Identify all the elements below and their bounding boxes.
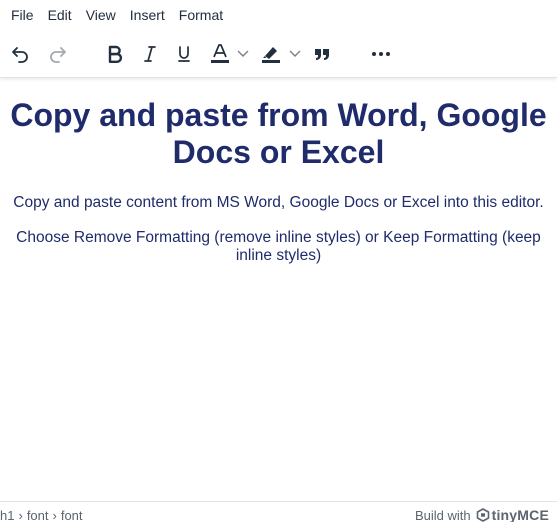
underline-button[interactable] bbox=[173, 40, 195, 68]
toolbar bbox=[0, 30, 557, 78]
highlight-color-dropdown[interactable] bbox=[288, 40, 302, 68]
chevron-down-icon bbox=[289, 50, 301, 57]
underline-icon bbox=[178, 46, 190, 62]
branding-prefix: Build with bbox=[414, 507, 471, 522]
tinymce-logo-icon bbox=[476, 508, 489, 522]
text-color-icon bbox=[211, 44, 229, 63]
italic-icon bbox=[144, 46, 156, 62]
undo-icon bbox=[12, 47, 28, 63]
path-separator: › bbox=[18, 508, 23, 522]
path-item-font[interactable]: font bbox=[61, 508, 83, 522]
menubar: File Edit View Insert Format bbox=[0, 0, 557, 30]
content-paragraph[interactable]: Copy and paste content from MS Word, Goo… bbox=[0, 194, 557, 212]
blockquote-button[interactable] bbox=[311, 40, 333, 68]
element-path: h1 › font › font bbox=[0, 508, 83, 522]
blockquote-icon bbox=[315, 49, 329, 60]
path-separator: › bbox=[52, 508, 57, 522]
text-color-dropdown[interactable] bbox=[236, 40, 250, 68]
content-paragraph[interactable]: Choose Remove Formatting (remove inline … bbox=[0, 229, 557, 265]
more-icon bbox=[372, 52, 390, 56]
text-color-button[interactable] bbox=[207, 40, 233, 68]
menu-file[interactable]: File bbox=[4, 3, 41, 27]
highlight-color-button[interactable] bbox=[258, 40, 284, 68]
editor-content[interactable]: Copy and paste from Word, Google Docs or… bbox=[0, 79, 557, 501]
content-heading[interactable]: Copy and paste from Word, Google Docs or… bbox=[0, 97, 557, 171]
undo-button[interactable] bbox=[8, 40, 32, 68]
bold-icon bbox=[108, 45, 123, 63]
menu-view[interactable]: View bbox=[79, 3, 123, 27]
bold-button[interactable] bbox=[104, 40, 126, 68]
chevron-down-icon bbox=[237, 50, 249, 57]
statusbar: h1 › font › font Build with tinyMCE bbox=[0, 501, 557, 522]
path-item-h1[interactable]: h1 bbox=[0, 508, 14, 522]
menu-format[interactable]: Format bbox=[172, 3, 230, 27]
editor: File Edit View Insert Format Copy and pa… bbox=[0, 0, 557, 522]
branding-link[interactable]: Build with tinyMCE bbox=[415, 507, 549, 522]
italic-button[interactable] bbox=[139, 40, 161, 68]
menu-edit[interactable]: Edit bbox=[41, 3, 79, 27]
redo-button[interactable] bbox=[46, 40, 70, 68]
redo-icon bbox=[50, 47, 66, 63]
branding-name: tinyMCE bbox=[491, 507, 549, 522]
path-item-font[interactable]: font bbox=[27, 508, 49, 522]
more-button[interactable] bbox=[369, 40, 393, 68]
highlight-color-icon bbox=[262, 47, 280, 63]
menu-insert[interactable]: Insert bbox=[123, 3, 172, 27]
